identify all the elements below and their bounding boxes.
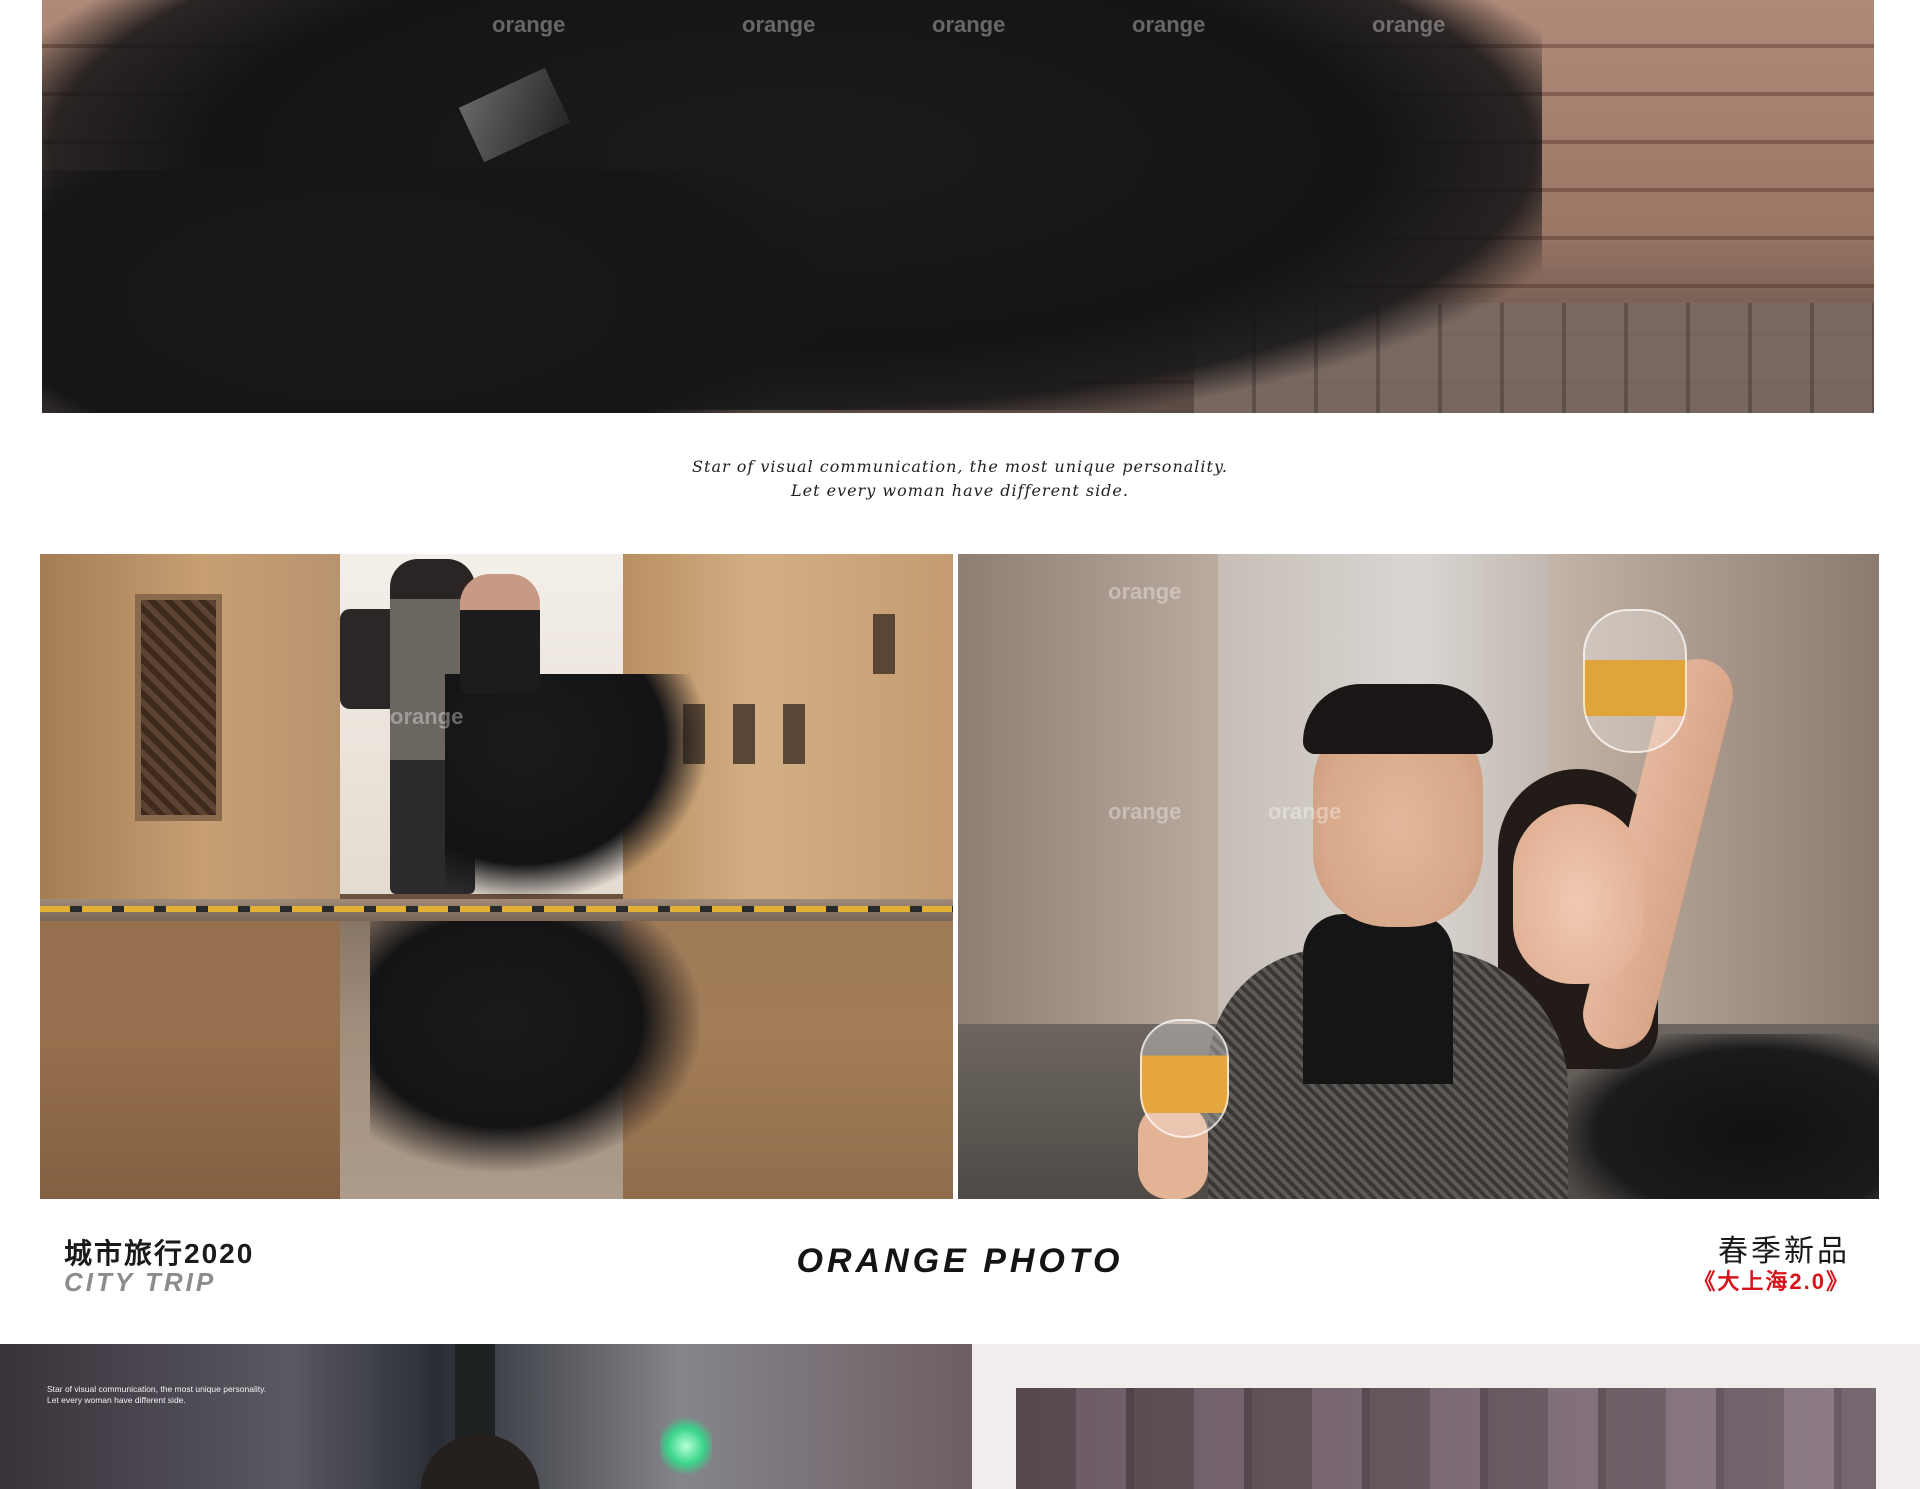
woman-sequin-dress: [1568, 1034, 1879, 1199]
woman-hair-bun: [420, 1434, 540, 1489]
window: [733, 704, 755, 764]
beer-glass: [1140, 1019, 1229, 1138]
raised-beer-glass: [1583, 609, 1687, 753]
watermark: orange: [1268, 799, 1342, 824]
watermark: orange: [932, 12, 1006, 37]
caption-edition: 《大上海2.0》: [1693, 1269, 1850, 1294]
window: [783, 704, 805, 764]
building-left: [40, 554, 340, 899]
watermark: orange: [1108, 579, 1182, 604]
woman-black-gown: [445, 674, 705, 899]
tagline-line-2: Let every woman have different side.: [791, 481, 1129, 500]
green-traffic-light: [660, 1416, 712, 1476]
tagline-line-1: Star of visual communication, the most u…: [692, 457, 1228, 476]
photo-couple-street-reflection: orange: [40, 554, 953, 1199]
watermark: orange: [742, 12, 816, 37]
man-turtleneck: [1303, 914, 1453, 1084]
black-tulle-skirt-hem: [42, 170, 822, 413]
photo-small-tagline-line-2: Let every woman have different side.: [47, 1395, 186, 1405]
reflection-building-left: [40, 921, 340, 1199]
man-hair: [1303, 684, 1493, 754]
watermark: orange: [492, 12, 566, 37]
photo-small-tagline: Star of visual communication, the most u…: [47, 1384, 266, 1406]
column-shading: [1016, 1388, 1876, 1489]
watermark: orange: [1132, 12, 1206, 37]
couple-reflection: [370, 921, 700, 1171]
watermark: orange: [1108, 799, 1182, 824]
photo-black-tulle-skirt: orange orange orange orange orange: [42, 0, 1874, 413]
yellow-curb: [40, 906, 953, 912]
woman-face: [1513, 804, 1643, 984]
photo-stone-columns: [1016, 1388, 1876, 1489]
brand-title: ORANGE PHOTO: [796, 1242, 1124, 1280]
photo-traffic-light-street: Star of visual communication, the most u…: [0, 1344, 972, 1489]
watermark: orange: [390, 704, 464, 729]
watermark: orange: [1372, 12, 1446, 37]
photo-small-tagline-line-1: Star of visual communication, the most u…: [47, 1384, 267, 1394]
window: [873, 614, 895, 674]
photo-couple-toasting: orange orange orange: [958, 554, 1879, 1199]
woman-figure: [460, 574, 540, 694]
ornate-door: [135, 594, 222, 821]
